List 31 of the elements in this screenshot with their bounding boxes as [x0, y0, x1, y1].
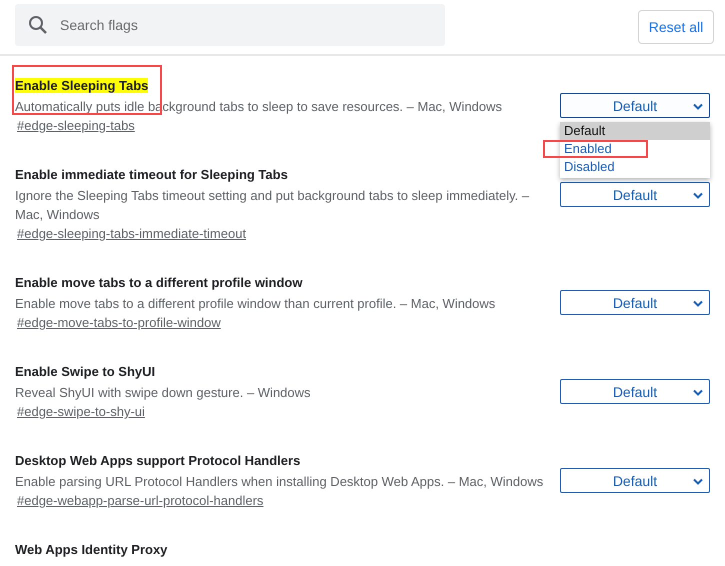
search-input[interactable]: Search flags [58, 16, 442, 34]
option-dropdown[interactable]: Default [560, 468, 710, 493]
flag-description: Enable move tabs to a different profile window than current profile. – Mac, Windows [15, 295, 496, 313]
dropdown-option[interactable]: Disabled [560, 158, 710, 176]
dropdown-option[interactable]: Default [560, 122, 710, 140]
flag-description: Reveal ShyUI with swipe down gesture. – Windows [15, 384, 312, 402]
option-dropdown[interactable]: Default [560, 379, 710, 404]
flag-link[interactable]: #edge-move-tabs-to-profile-window [17, 313, 221, 333]
search-field[interactable]: Search flags [15, 4, 445, 46]
search-icon [28, 15, 48, 35]
flag-title: Enable Swipe to ShyUI [15, 364, 156, 379]
option-dropdown[interactable]: Default [560, 93, 710, 118]
flag-link[interactable]: #edge-webapp-parse-url-protocol-handlers [17, 491, 264, 511]
flag-title: Enable move tabs to a different profile window [15, 275, 302, 290]
caret-icon [693, 478, 703, 485]
flag-title: Enable immediate timeout for Sleeping Tabs [15, 167, 288, 182]
caret-icon [693, 103, 703, 110]
flag-link[interactable]: #edge-swipe-to-shy-ui [17, 402, 145, 422]
option-dropdown[interactable]: Default [560, 182, 710, 207]
flag-title: Web Apps Identity Proxy [15, 542, 168, 557]
caret-icon [693, 192, 703, 199]
caret-icon [693, 389, 703, 396]
flag-link[interactable]: #edge-sleeping-tabs-immediate-timeout [17, 224, 246, 244]
flag-title: Desktop Web Apps support Protocol Handlers [15, 453, 300, 468]
flag-description: Enable parsing URL Protocol Handlers when installing Desktop Web Apps. – Mac, Windows [15, 473, 544, 491]
option-dropdown[interactable]: Default [560, 290, 710, 315]
flag-title: Enable Sleeping Tabs [15, 78, 148, 93]
caret-icon [693, 300, 703, 307]
flag-link[interactable]: #edge-sleeping-tabs [17, 116, 135, 136]
flag-description: Ignore the Sleeping Tabs timeout setting and put background tabs to sleep immediately. – Mac, Windows [15, 187, 530, 224]
reset-button[interactable]: Reset all [638, 10, 714, 44]
